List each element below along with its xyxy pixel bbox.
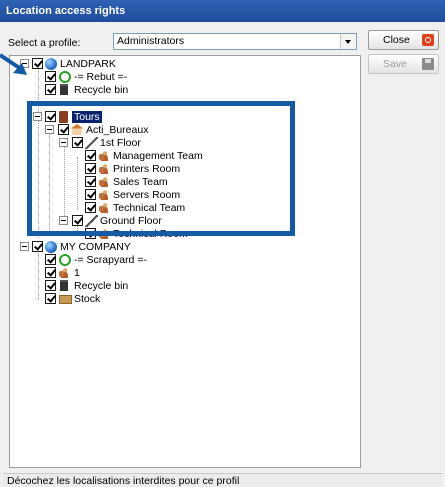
tree-node-recycle-bin[interactable]: Recycle bin bbox=[10, 84, 350, 97]
close-icon bbox=[422, 34, 434, 46]
close-button-label: Close bbox=[383, 34, 410, 46]
checkbox[interactable] bbox=[45, 254, 56, 265]
checkbox[interactable] bbox=[45, 280, 56, 291]
recycle-icon bbox=[59, 254, 71, 266]
tree-node-1[interactable]: 1 bbox=[10, 267, 350, 280]
tree-node-label: MY COMPANY bbox=[60, 241, 131, 253]
checkbox[interactable] bbox=[45, 71, 56, 82]
trash-bin-icon bbox=[60, 280, 68, 291]
profile-label: Select a profile: bbox=[8, 37, 81, 49]
recycle-icon bbox=[59, 71, 71, 83]
tree-node-label: Recycle bin bbox=[74, 84, 129, 96]
checkbox[interactable] bbox=[32, 58, 43, 69]
chevron-down-icon[interactable] bbox=[340, 34, 356, 49]
globe-icon bbox=[45, 241, 57, 253]
globe-icon bbox=[45, 58, 57, 70]
profile-select-value: Administrators bbox=[117, 35, 185, 47]
close-button[interactable]: Close bbox=[368, 30, 439, 50]
tree-node-rebut[interactable]: -= Rebut =- bbox=[10, 71, 350, 84]
tree-node-landpark[interactable]: LANDPARK bbox=[10, 58, 350, 71]
tree-node-label: Recycle bin bbox=[74, 280, 129, 292]
checkbox[interactable] bbox=[32, 241, 43, 252]
tree-node-recycle-bin-2[interactable]: Recycle bin bbox=[10, 280, 350, 293]
save-button[interactable]: Save bbox=[368, 54, 439, 74]
tree-node-stock[interactable]: Stock bbox=[10, 293, 350, 306]
tree-node-label: 1 bbox=[74, 267, 80, 279]
checkbox[interactable] bbox=[45, 267, 56, 278]
checkbox[interactable] bbox=[45, 293, 56, 304]
tree-node-label: -= Rebut =- bbox=[74, 71, 128, 83]
status-bar: Décochez les localisations interdites po… bbox=[3, 473, 442, 487]
box-icon bbox=[59, 295, 72, 304]
save-button-label: Save bbox=[383, 58, 407, 70]
floppy-disk-icon bbox=[422, 58, 434, 70]
tree-node-label: -= Scrapyard =- bbox=[74, 254, 147, 266]
tree-node-my-company[interactable]: MY COMPANY bbox=[10, 241, 350, 254]
tree-node-scrapyard[interactable]: -= Scrapyard =- bbox=[10, 254, 350, 267]
pointer-arrow-icon bbox=[0, 53, 27, 75]
trash-bin-icon bbox=[60, 84, 68, 95]
highlight-frame bbox=[27, 101, 295, 236]
checkbox[interactable] bbox=[45, 84, 56, 95]
location-access-rights-window: Location access rights Select a profile:… bbox=[0, 0, 445, 487]
window-title: Location access rights bbox=[0, 0, 445, 22]
profile-select[interactable]: Administrators bbox=[113, 33, 357, 50]
tree-node-label: LANDPARK bbox=[60, 58, 116, 70]
tree-node-label: Stock bbox=[74, 293, 101, 305]
collapse-toggle[interactable] bbox=[20, 242, 29, 251]
team-icon bbox=[59, 267, 70, 278]
